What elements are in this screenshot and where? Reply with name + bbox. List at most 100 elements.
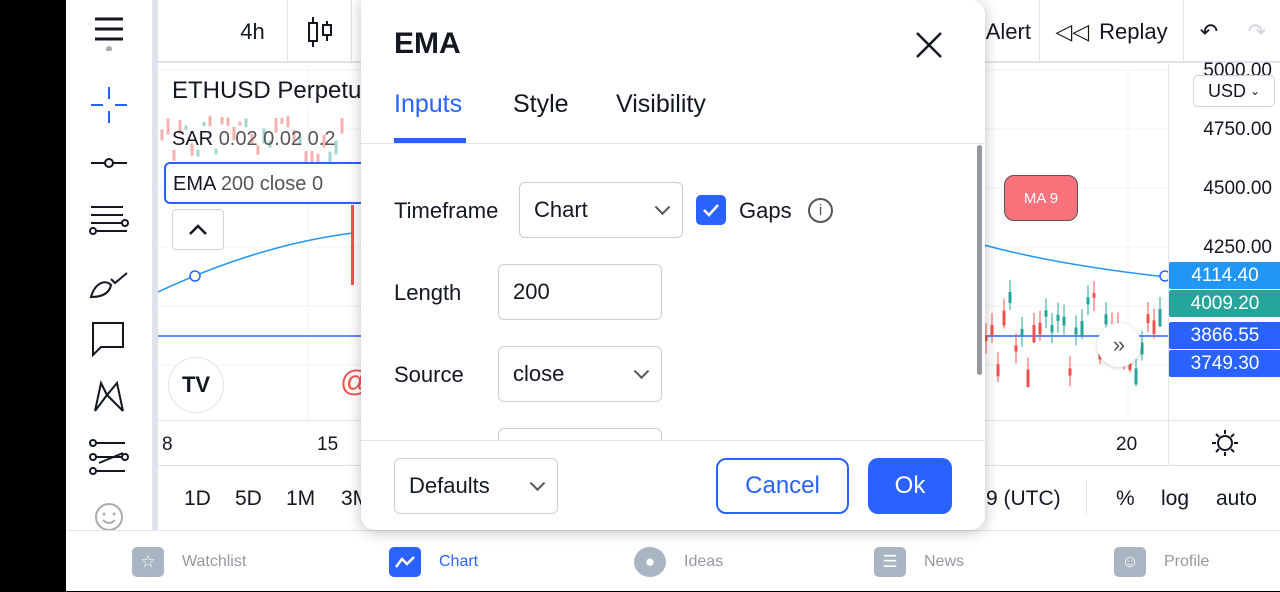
nav-label: News bbox=[924, 552, 965, 570]
pattern-icon[interactable] bbox=[88, 376, 130, 418]
chart-type-button[interactable] bbox=[288, 0, 352, 63]
tab-inputs[interactable]: Inputs bbox=[394, 90, 462, 119]
interval-button[interactable]: 4h bbox=[218, 0, 288, 63]
chart-settings-button[interactable] bbox=[1169, 420, 1280, 465]
defaults-label: Defaults bbox=[409, 473, 490, 498]
offset-input[interactable] bbox=[498, 428, 662, 440]
nav-label: Chart bbox=[439, 552, 479, 570]
cancel-button[interactable]: Cancel bbox=[716, 458, 849, 514]
ma-label: MA 9 bbox=[1004, 175, 1078, 221]
candle-body bbox=[1080, 321, 1084, 336]
candle-body bbox=[1068, 368, 1072, 376]
sar-params: 0.02 0.02 0.2 bbox=[218, 128, 336, 150]
gaps-label: Gaps bbox=[739, 198, 792, 223]
ema-legend[interactable]: EMA 200 close 0 bbox=[164, 162, 384, 204]
tab-style[interactable]: Style bbox=[513, 90, 569, 119]
candle-body bbox=[990, 324, 994, 336]
source-select[interactable]: close bbox=[498, 346, 662, 402]
chart-icon bbox=[389, 546, 421, 577]
comment-icon[interactable] bbox=[88, 318, 130, 360]
last-price-badge: 4009.20 bbox=[1169, 290, 1280, 317]
timezone-button[interactable]: 9 (UTC) bbox=[986, 487, 1061, 511]
candle-body bbox=[1134, 368, 1138, 385]
menu-icon[interactable] bbox=[88, 10, 130, 52]
chevron-down-icon bbox=[654, 199, 671, 216]
candle-body bbox=[328, 151, 332, 163]
price-label: 4500.00 bbox=[1203, 178, 1272, 199]
chevron-down-icon: ⌄ bbox=[1249, 84, 1261, 98]
chevron-down-icon bbox=[633, 363, 650, 380]
scrollbar[interactable] bbox=[977, 145, 982, 375]
ok-button[interactable]: Ok bbox=[868, 458, 952, 514]
candle-body bbox=[1062, 316, 1066, 326]
price-label: 4750.00 bbox=[1203, 119, 1272, 140]
info-icon[interactable]: i bbox=[808, 198, 833, 223]
tradingview-logo[interactable]: TV bbox=[168, 357, 224, 413]
source-label: Source bbox=[394, 362, 464, 387]
candle-body bbox=[202, 121, 206, 127]
replay-icon: ◁◁ bbox=[1055, 18, 1090, 44]
candle-body bbox=[340, 118, 344, 134]
timeframe-select[interactable]: Chart bbox=[519, 182, 683, 238]
gaps-checkbox[interactable] bbox=[696, 195, 726, 225]
defaults-button[interactable]: Defaults bbox=[394, 458, 558, 514]
sar-name: SAR bbox=[172, 128, 214, 150]
scroll-to-realtime-button[interactable]: » bbox=[1097, 323, 1141, 367]
interval-label: 4h bbox=[240, 18, 265, 44]
log-toggle[interactable]: log bbox=[1161, 487, 1189, 511]
range-1d[interactable]: 1D bbox=[184, 487, 211, 511]
candle-body bbox=[280, 117, 284, 124]
candle-body bbox=[1050, 325, 1054, 333]
line-price-badge: 3866.55 bbox=[1169, 322, 1280, 349]
nav-news[interactable]: ☰ News bbox=[874, 531, 964, 592]
divider bbox=[361, 440, 985, 441]
bottom-nav: ☆ Watchlist Chart ● Ideas ☰ News ☺ Profile bbox=[66, 530, 1280, 591]
alert-button[interactable]: Alert bbox=[978, 0, 1040, 63]
candle-body bbox=[160, 129, 164, 141]
collapse-legend-button[interactable] bbox=[172, 209, 224, 250]
tab-visibility[interactable]: Visibility bbox=[616, 90, 706, 119]
candle-body bbox=[1014, 345, 1018, 352]
close-button[interactable] bbox=[914, 30, 944, 60]
auto-toggle[interactable]: auto bbox=[1216, 487, 1257, 511]
candle-body bbox=[1020, 328, 1024, 336]
candle-body bbox=[1008, 291, 1012, 303]
candle-body bbox=[1032, 324, 1036, 343]
range-5d[interactable]: 5D bbox=[235, 487, 262, 511]
timeframe-value: Chart bbox=[534, 197, 588, 222]
nav-ideas[interactable]: ● Ideas bbox=[634, 531, 723, 592]
replay-button[interactable]: ◁◁ Replay bbox=[1040, 0, 1184, 63]
sar-legend[interactable]: SAR 0.02 0.02 0.2 bbox=[172, 128, 335, 151]
dialog-title: EMA bbox=[394, 27, 461, 60]
price-axis[interactable]: 5000.00 USD ⌄ 4750.00 4500.00 4250.00 411… bbox=[1168, 60, 1280, 465]
candle-body bbox=[238, 121, 242, 126]
nav-label: Watchlist bbox=[182, 552, 247, 570]
nav-chart[interactable]: Chart bbox=[389, 531, 478, 592]
percent-toggle[interactable]: % bbox=[1116, 487, 1135, 511]
timeframe-label: Timeframe bbox=[394, 198, 499, 223]
length-input[interactable]: 200 bbox=[498, 264, 662, 320]
prediction-icon[interactable] bbox=[88, 436, 130, 478]
length-label: Length bbox=[394, 280, 462, 305]
nav-profile[interactable]: ☺ Profile bbox=[1114, 531, 1209, 592]
candle-body bbox=[1104, 314, 1108, 325]
brush-icon[interactable] bbox=[88, 262, 130, 304]
symbol-title: ETHUSD Perpetu bbox=[172, 77, 362, 105]
undo-button[interactable]: ↶ bbox=[1184, 0, 1234, 63]
candle-body bbox=[1038, 322, 1042, 335]
trend-line-icon[interactable] bbox=[88, 142, 130, 184]
currency-select[interactable]: USD ⌄ bbox=[1193, 75, 1275, 107]
divider bbox=[1086, 480, 1087, 514]
candle-body bbox=[996, 364, 1000, 377]
candle-body bbox=[244, 118, 248, 128]
undo-icon: ↶ bbox=[1199, 18, 1219, 44]
candle-body bbox=[1086, 297, 1090, 305]
fib-icon[interactable] bbox=[88, 200, 130, 242]
crosshair-icon[interactable] bbox=[88, 84, 130, 126]
candle-body bbox=[1092, 293, 1096, 298]
candle-body bbox=[1074, 327, 1078, 335]
range-1m[interactable]: 1M bbox=[286, 487, 315, 511]
candle-body bbox=[1146, 314, 1150, 324]
time-label: 8 bbox=[162, 434, 173, 455]
nav-watchlist[interactable]: ☆ Watchlist bbox=[132, 531, 246, 592]
